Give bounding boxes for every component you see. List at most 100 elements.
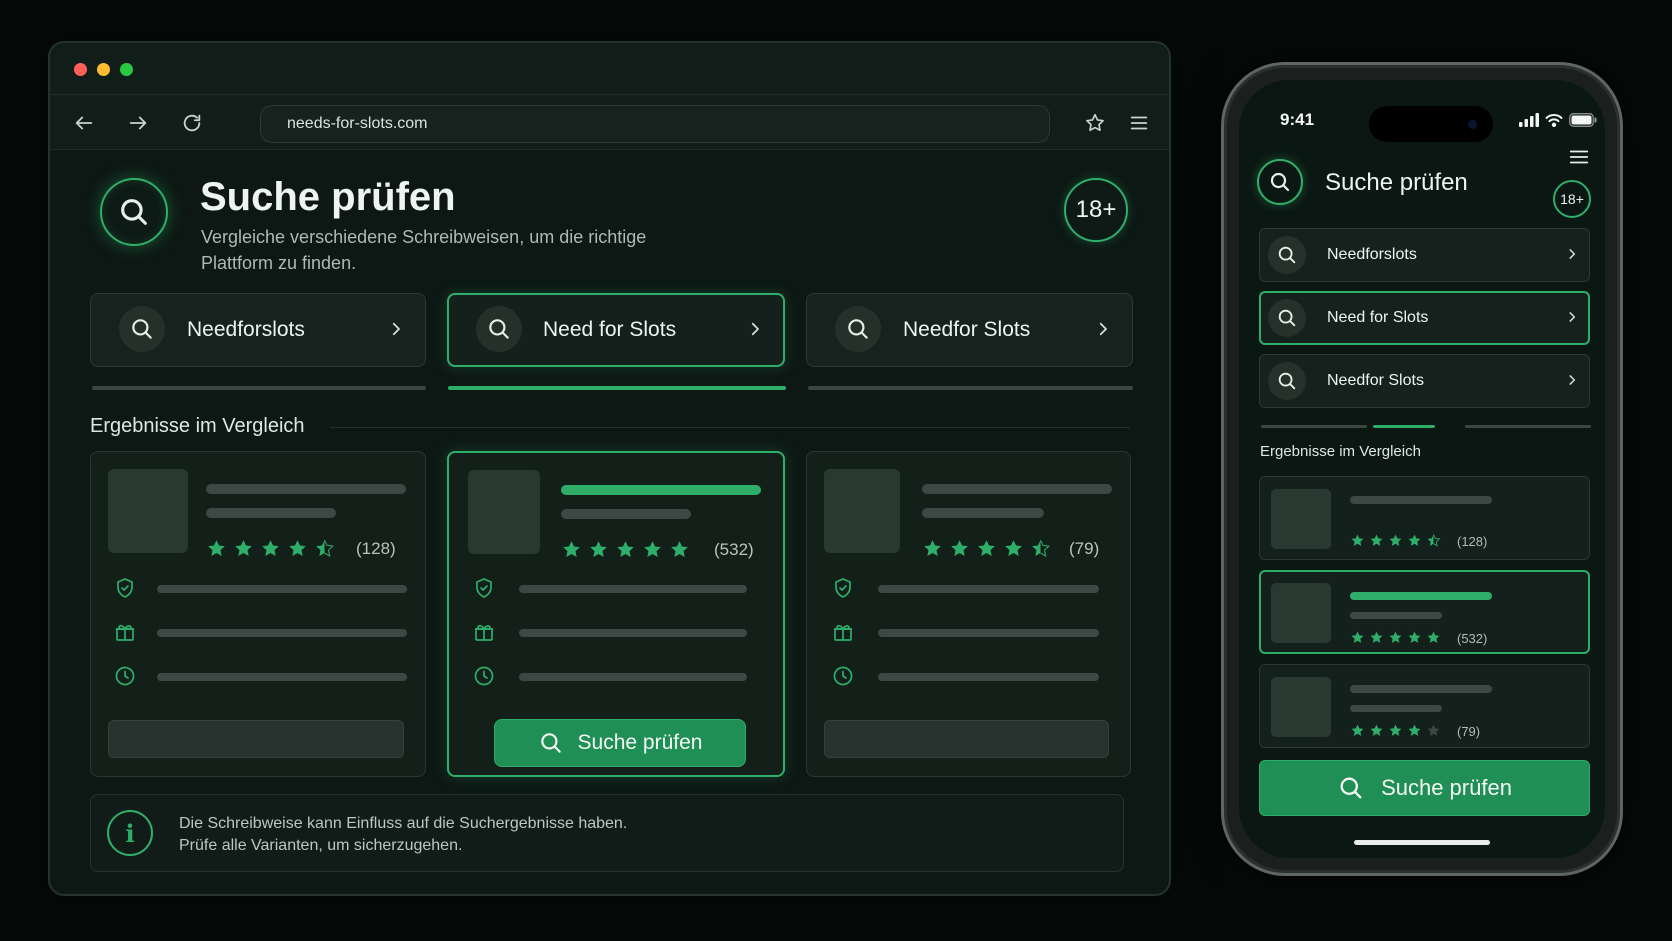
search-tab-needfor-slots[interactable]: Needfor Slots [1259,354,1590,408]
search-icon [476,306,522,352]
tab-underline [1465,425,1591,428]
empty-star-icon [1427,724,1440,736]
result-card[interactable]: (128) [1259,476,1590,560]
browser-window: needs-for-slots.com Suche prüfen Verglei… [48,41,1171,896]
battery-icon [1569,113,1597,127]
address-bar[interactable]: needs-for-slots.com [260,105,1050,143]
tab-underline [808,386,1133,390]
star-icon [1351,724,1364,736]
close-window-button[interactable] [74,63,87,76]
search-icon [1268,299,1306,337]
star-icon [1389,631,1402,643]
star-rating [1350,630,1441,645]
review-count: (79) [1457,724,1481,739]
star-rating [1350,723,1441,738]
star-icon [262,540,279,556]
forward-arrow-icon[interactable] [124,109,152,137]
chevron-right-icon [1562,244,1582,264]
section-title: Ergebnisse im Vergleich [90,415,305,437]
search-tab-label: Need for Slots [543,318,677,341]
search-tab-needfor-slots[interactable]: Needfor Slots [806,293,1133,367]
search-tab-label: Needforslots [1327,246,1417,263]
star-icon [208,540,225,556]
button-label: Suche prüfen [577,731,703,754]
check-search-button[interactable]: Suche prüfen [1259,760,1590,816]
star-bookmark-icon[interactable] [1081,109,1109,137]
clock-icon [111,662,139,690]
placeholder-line [922,508,1044,518]
hamburger-menu-icon[interactable] [1566,144,1592,170]
wifi-icon [1545,114,1563,127]
tab-underline [92,386,426,390]
placeholder-line [878,629,1099,637]
search-icon [540,733,561,753]
half-star-icon [316,539,334,557]
placeholder-line [157,629,407,637]
info-line-1: Die Schreibweise kann Einfluss auf die S… [179,815,628,832]
star-icon [289,540,306,556]
star-icon [1389,534,1402,546]
search-icon [1268,362,1306,400]
star-rating [561,539,690,560]
camera-dot [1468,120,1477,129]
tab-underline-active [1373,425,1435,428]
button-label: Suche prüfen [1381,775,1512,800]
signal-icon [1519,113,1539,127]
highlight-line [1350,592,1492,600]
page-title: Suche prüfen [1325,169,1468,196]
info-line-2: Prüfe alle Varianten, um sicherzugehen. [179,837,463,854]
search-icon [835,306,881,352]
search-tab-label: Need for Slots [1327,309,1429,326]
half-star-icon [1032,539,1050,557]
home-indicator[interactable] [1354,840,1490,845]
back-arrow-icon[interactable] [70,109,98,137]
minimize-window-button[interactable] [97,63,110,76]
reload-icon[interactable] [178,109,206,137]
check-search-button[interactable]: Suche prüfen [494,719,746,767]
dynamic-island [1369,106,1493,142]
search-icon [1268,236,1306,274]
shield-check-icon [829,574,857,602]
placeholder-line [878,673,1099,681]
gift-icon [111,618,139,646]
result-card-active[interactable]: (532) [1259,570,1590,654]
tab-underline [1261,425,1367,428]
highlight-line [561,485,761,495]
star-icon [1370,631,1383,643]
result-card[interactable]: (79) [1259,664,1590,748]
url-text: needs-for-slots.com [287,115,428,132]
star-icon [1351,631,1364,643]
search-tab-need-for-slots[interactable]: Need for Slots [447,293,785,367]
star-icon [1389,724,1402,736]
search-tab-need-for-slots[interactable]: Need for Slots [1259,291,1590,345]
section-title: Ergebnisse im Vergleich [1260,443,1421,460]
search-icon [119,306,165,352]
star-icon [617,541,634,557]
result-thumbnail [1271,583,1331,643]
chevron-right-icon [742,316,768,342]
star-icon [1408,631,1421,643]
star-icon [978,540,995,556]
placeholder-line [206,508,336,518]
review-count: (532) [714,540,754,559]
review-count: (128) [1457,534,1488,549]
phone-device: 9:41 Suche prüfen 18+ Needforslots Need … [1221,62,1623,876]
phone-screen: 9:41 Suche prüfen 18+ Needforslots Need … [1239,80,1605,858]
maximize-window-button[interactable] [120,63,133,76]
hamburger-menu-icon[interactable] [1125,109,1153,137]
result-card[interactable]: (79) [806,451,1131,777]
search-tab-needforslots[interactable]: Needforslots [1259,228,1590,282]
gift-icon [470,618,498,646]
result-card-active[interactable]: (532) Suche prüfen [447,451,785,777]
search-tab-label: Needfor Slots [903,318,1031,341]
status-icons [1519,113,1597,127]
star-icon [924,540,941,556]
result-thumbnail [468,470,540,554]
chevron-right-icon [1090,316,1116,342]
shield-check-icon [470,574,498,602]
page-subtitle: Vergleiche verschiedene Schreibweisen, u… [201,227,647,273]
placeholder-line [206,484,406,494]
search-tab-needforslots[interactable]: Needforslots [90,293,426,367]
clock-icon [829,662,857,690]
result-card[interactable]: (128) [90,451,426,777]
